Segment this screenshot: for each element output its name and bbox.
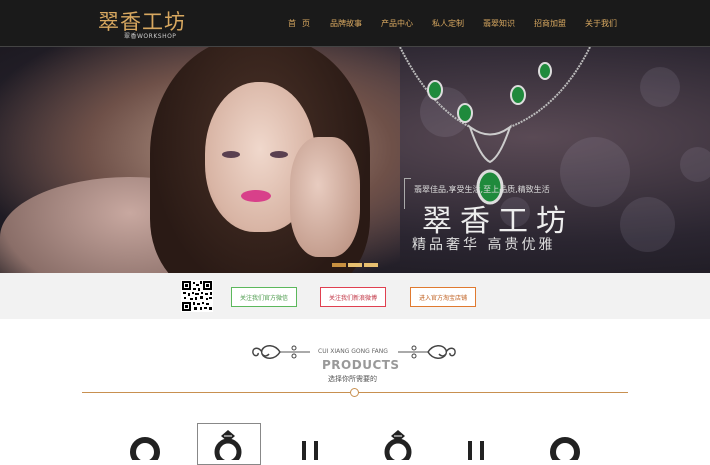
- jade-stone: [510, 85, 526, 105]
- taobao-store-button[interactable]: 进入官方淘宝店铺: [410, 287, 476, 307]
- model-hand: [290, 137, 360, 257]
- nav-products[interactable]: 产品中心: [381, 18, 413, 29]
- diamond-ring-category-icon[interactable]: [208, 424, 248, 460]
- ornament-left-icon: [252, 345, 310, 359]
- bokeh-light: [680, 147, 710, 182]
- logo[interactable]: 翠香工坊 翠香WORKSHOP: [98, 8, 185, 40]
- slider-dot[interactable]: [332, 263, 346, 267]
- section-subtitle: 选择你所需要的: [328, 375, 377, 383]
- model-eye-right: [270, 151, 288, 158]
- follow-weibo-button[interactable]: 关注我们新浪微博: [320, 287, 386, 307]
- bracelet-category-icon[interactable]: [456, 424, 496, 460]
- bangle-category-icon[interactable]: [544, 424, 584, 460]
- ornament-right-icon: [398, 345, 456, 359]
- slider-pagination: [332, 263, 380, 267]
- logo-subtext: 翠香WORKSHOP: [124, 33, 177, 40]
- header: 翠香工坊 翠香WORKSHOP 首页 品牌故事 产品中心 私人定制 翡翠知识 招…: [0, 0, 710, 47]
- jade-stone: [427, 80, 443, 100]
- gem-ring-category-icon[interactable]: [378, 424, 418, 460]
- bokeh-light: [620, 197, 675, 252]
- main-nav: 首页 品牌故事 产品中心 私人定制 翡翠知识 招商加盟 关于我们: [288, 0, 636, 46]
- divider-circle-icon: [350, 388, 359, 397]
- earring-category-icon[interactable]: [290, 424, 330, 460]
- follow-wechat-button[interactable]: 关注我们官方微信: [231, 287, 297, 307]
- jade-stone: [538, 62, 552, 80]
- bokeh-light: [640, 67, 680, 107]
- qr-code-icon: [181, 280, 213, 312]
- section-pinyin: CUI XIANG GONG FANG: [318, 348, 388, 355]
- hero-banner[interactable]: [0, 47, 710, 273]
- banner-subtitle: 精品奢华 高贵优雅: [412, 237, 556, 253]
- nav-home[interactable]: 首页: [288, 18, 316, 29]
- pendant-frame: [468, 124, 512, 164]
- ring-category-icon[interactable]: [126, 424, 166, 460]
- slider-dot[interactable]: [364, 263, 378, 267]
- section-title: PRODUCTS: [322, 358, 400, 372]
- tagline-bracket: [404, 178, 411, 209]
- jade-stone: [457, 103, 473, 123]
- nav-brand-story[interactable]: 品牌故事: [330, 18, 362, 29]
- qr-code: [181, 280, 213, 312]
- nav-about[interactable]: 关于我们: [585, 18, 617, 29]
- slider-dot[interactable]: [348, 263, 362, 267]
- nav-franchise[interactable]: 招商加盟: [534, 18, 566, 29]
- nav-jade-knowledge[interactable]: 翡翠知识: [483, 18, 515, 29]
- nav-custom[interactable]: 私人定制: [432, 18, 464, 29]
- model-eye-left: [222, 151, 240, 158]
- model-lips: [241, 190, 271, 202]
- banner-tagline: 翡翠佳品,享受生活,至上品质,精致生活: [414, 185, 550, 194]
